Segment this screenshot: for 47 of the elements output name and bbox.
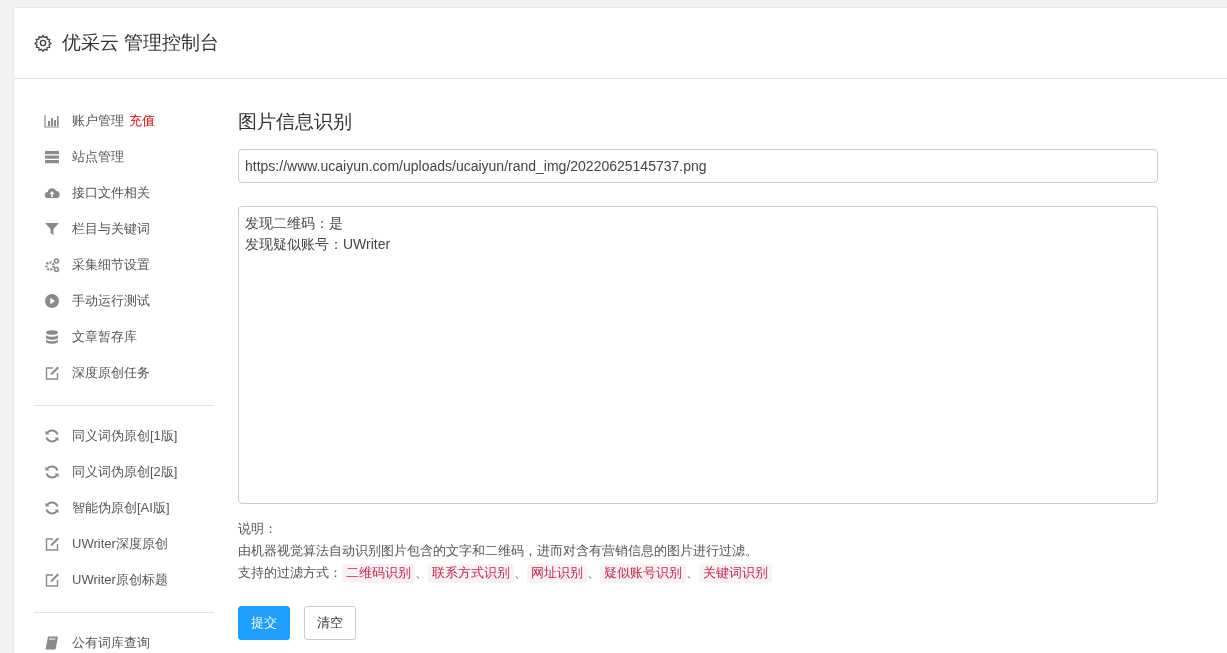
separator: 、 xyxy=(587,565,600,582)
filter-icon xyxy=(44,221,60,237)
edit-icon xyxy=(44,365,60,381)
sidebar-link[interactable]: 采集细节设置 xyxy=(72,256,150,274)
settings-icon xyxy=(34,34,52,52)
method-tag: 联系方式识别 xyxy=(428,563,514,583)
sidebar-link[interactable]: 账户管理 xyxy=(72,112,124,130)
sidebar-link[interactable]: 智能伪原创[AI版] xyxy=(72,499,170,517)
recharge-link[interactable]: 充值 xyxy=(129,112,155,130)
separator: 、 xyxy=(415,565,428,582)
database-icon xyxy=(44,329,60,345)
sidebar-link[interactable]: 同义词伪原创[2版] xyxy=(72,463,178,481)
refresh-icon xyxy=(44,428,60,444)
methods-label: 支持的过滤方式： xyxy=(238,565,342,582)
refresh-icon xyxy=(44,464,60,480)
result-line: 发现疑似账号：UWriter xyxy=(245,235,392,254)
result-line: 发现二维码：是 xyxy=(245,214,344,233)
sidebar-link[interactable]: 同义词伪原创[1版] xyxy=(72,427,178,445)
edit-icon xyxy=(44,572,60,588)
edit-icon xyxy=(44,536,60,552)
console-title: 优采云 管理控制台 xyxy=(62,31,220,55)
refresh-icon xyxy=(44,500,60,516)
sidebar-link[interactable]: 站点管理 xyxy=(72,148,124,166)
separator: 、 xyxy=(514,565,527,582)
sidebar-link[interactable]: UWriter深度原创 xyxy=(72,535,168,553)
sidebar-link[interactable]: 文章暂存库 xyxy=(72,328,137,346)
section-title: 图片信息识别 xyxy=(238,110,353,134)
sidebar-link[interactable]: 深度原创任务 xyxy=(72,364,150,382)
url-field[interactable]: https://www.ucaiyun.com/uploads/ucaiyun/rand_img/20220625145737.png xyxy=(238,149,1158,183)
separator: 、 xyxy=(686,565,699,582)
method-tag: 网址识别 xyxy=(527,563,587,583)
play-icon xyxy=(44,293,60,309)
notes-description: 由机器视觉算法自动识别图片包含的文字和二维码，进而对含有营销信息的图片进行过滤。 xyxy=(238,543,759,560)
notes-heading: 说明： xyxy=(238,521,278,538)
sidebar-link[interactable]: UWriter原创标题 xyxy=(72,571,168,589)
bar-chart-icon xyxy=(44,113,60,129)
server-icon xyxy=(44,149,60,165)
sidebar-link[interactable]: 手动运行测试 xyxy=(72,292,150,310)
result-field[interactable]: 发现二维码：是 发现疑似账号：UWriter xyxy=(238,206,1158,504)
sidebar-link[interactable]: 栏目与关键词 xyxy=(72,220,150,238)
method-tag: 二维码识别 xyxy=(342,563,415,583)
method-tag: 关键词识别 xyxy=(699,563,772,583)
method-tag: 疑似账号识别 xyxy=(600,563,686,583)
clear-button[interactable]: 清空 xyxy=(304,606,356,640)
cloud-upload-icon xyxy=(44,185,60,201)
sidebar-link[interactable]: 接口文件相关 xyxy=(72,184,150,202)
sidebar-link[interactable]: 公有词库查询 xyxy=(72,634,150,652)
